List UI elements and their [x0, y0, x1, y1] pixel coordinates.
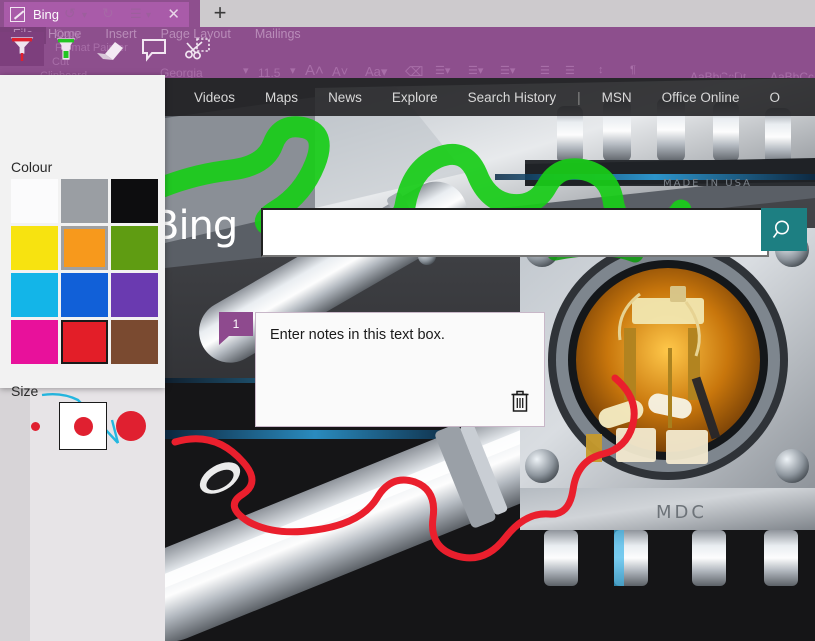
eraser-tool[interactable] [88, 32, 132, 66]
colour-swatches [11, 179, 158, 364]
swatch-grey[interactable] [61, 179, 108, 223]
swatch-magenta[interactable] [11, 320, 58, 364]
note-bubble-icon [142, 39, 166, 62]
size-large-dot [116, 411, 146, 441]
size-small-dot [30, 421, 40, 431]
svg-text:▾: ▾ [82, 10, 87, 21]
add-typed-note-tool[interactable] [132, 32, 176, 66]
swatch-white[interactable] [11, 179, 58, 223]
swatch-black[interactable] [111, 179, 158, 223]
new-tab-button[interactable]: + [208, 2, 232, 26]
swatch-green[interactable] [111, 226, 158, 270]
clip-scissors-icon [185, 38, 210, 60]
svg-text:☰: ☰ [130, 7, 142, 22]
size-heading: Size [11, 383, 39, 399]
highlighter-tool[interactable] [44, 32, 88, 66]
size-medium-dot [73, 416, 93, 436]
title-bar-quick-icons: ↺ ▾ ↻ ☰ ▾ [64, 6, 151, 22]
size-small[interactable] [11, 402, 59, 450]
swatch-purple[interactable] [111, 273, 158, 317]
swatch-red[interactable] [61, 320, 108, 364]
size-options [11, 402, 155, 450]
svg-text:↺: ↺ [64, 6, 76, 22]
pen-tool[interactable] [0, 32, 44, 66]
swatch-yellow[interactable] [11, 226, 58, 270]
pen-options-flyout: Colour Size [0, 75, 165, 450]
edge-web-note-window: Bing ✕ + ↺ ▾ ↻ ☰ ▾ Colour Size [0, 0, 815, 641]
swatch-blue[interactable] [61, 273, 108, 317]
svg-text:↻: ↻ [102, 6, 114, 22]
size-large[interactable] [107, 402, 155, 450]
eraser-icon [97, 42, 123, 60]
colour-heading: Colour [11, 159, 53, 175]
size-medium[interactable] [59, 402, 107, 450]
swatch-brown[interactable] [111, 320, 158, 364]
screen: Edge note option - Microsoft Word Starte… [0, 0, 815, 641]
new-tab-area: + [200, 0, 815, 27]
pen-icon [10, 37, 34, 61]
clip-tool[interactable] [176, 32, 220, 66]
highlighter-icon [56, 38, 76, 60]
swatch-cyan[interactable] [11, 273, 58, 317]
svg-text:▾: ▾ [146, 10, 151, 21]
swatch-orange[interactable] [61, 226, 108, 270]
web-note-icon [10, 7, 25, 22]
